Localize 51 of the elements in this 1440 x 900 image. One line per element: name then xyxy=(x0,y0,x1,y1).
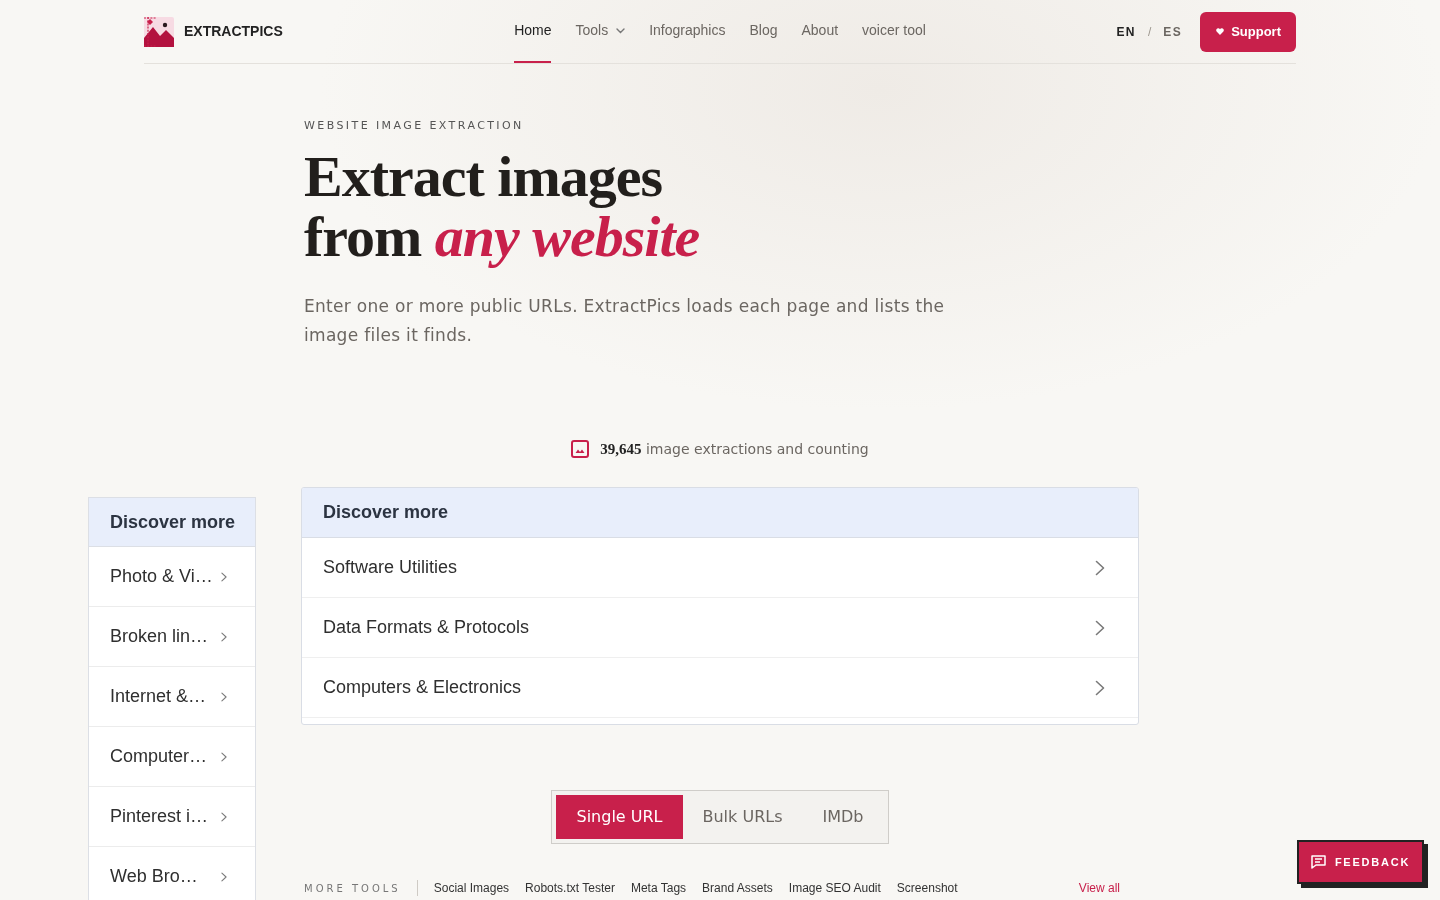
logo-text[interactable]: EXTRACTPICS xyxy=(184,21,283,42)
chat-icon xyxy=(1310,855,1326,869)
image-icon xyxy=(571,440,590,458)
tool-link[interactable]: Robots.txt Tester xyxy=(525,879,615,897)
logo-icon xyxy=(144,16,174,47)
hero-heading: Extract images from any website xyxy=(304,147,701,267)
view-all-link[interactable]: View all xyxy=(1078,879,1120,897)
hero-description: Enter one or more public URLs. ExtractPics loads each page and lists the image files it finds. xyxy=(304,295,946,347)
panel-title: Discover more xyxy=(323,501,449,524)
language-link[interactable]: ES xyxy=(1163,22,1183,41)
nav-dropdown[interactable]: Tools xyxy=(575,0,626,63)
tool-link[interactable]: Meta Tags xyxy=(630,879,687,897)
chevron-right-icon xyxy=(1095,619,1105,636)
sidebar-link[interactable]: Pinterest i… xyxy=(89,787,255,847)
tool-link[interactable]: Brand Assets xyxy=(702,879,773,897)
tool-link[interactable]: Image SEO Audit xyxy=(788,879,881,897)
mode-tab[interactable]: IMDb xyxy=(802,795,884,839)
category-link[interactable]: Data Formats & Protocols xyxy=(302,598,1138,658)
sidebar-link[interactable]: Computer… xyxy=(89,727,255,787)
chevron-right-icon xyxy=(221,571,227,582)
chevron-right-icon xyxy=(1095,679,1105,696)
nav-link[interactable]: About xyxy=(801,0,839,63)
eyebrow-text: WEBSITE IMAGE EXTRACTION xyxy=(304,119,525,133)
category-link[interactable]: Software Utilities xyxy=(302,538,1138,598)
chevron-down-icon xyxy=(616,27,626,34)
nav-link[interactable]: Infographics xyxy=(649,0,726,63)
chevron-right-icon xyxy=(221,871,227,882)
support-button[interactable]: Support xyxy=(1200,11,1296,52)
category-link[interactable]: Computers & Electronics xyxy=(302,658,1138,718)
chevron-right-icon xyxy=(221,811,227,822)
tool-link[interactable]: Social Images xyxy=(433,879,510,897)
chevron-right-icon xyxy=(221,751,227,762)
extraction-counter: 39,645 image extractions and counting xyxy=(600,439,869,459)
sidebar-link[interactable]: Web Bro… xyxy=(89,847,255,900)
sidebar-link[interactable]: Broken lin… xyxy=(89,607,255,667)
chevron-right-icon xyxy=(221,691,227,702)
language-link[interactable]: EN xyxy=(1116,22,1136,41)
chevron-right-icon xyxy=(221,631,227,642)
chevron-right-icon xyxy=(1095,559,1105,576)
nav-link[interactable]: voicer tool xyxy=(862,0,926,63)
mode-tab[interactable]: Bulk URLs xyxy=(682,795,803,839)
mode-tab[interactable]: Single URL xyxy=(556,795,683,839)
more-tools-label: MORE TOOLS xyxy=(304,881,401,896)
sidebar-title: Discover more xyxy=(110,510,236,534)
tool-link[interactable]: Screenshot xyxy=(896,879,958,897)
nav-link[interactable]: Home xyxy=(514,0,552,63)
heart-icon xyxy=(1216,28,1225,35)
sidebar-link[interactable]: Internet &… xyxy=(89,667,255,727)
nav-link[interactable]: Blog xyxy=(749,0,778,63)
language-separator: / xyxy=(1147,23,1152,41)
sidebar-link[interactable]: Photo & Vi… xyxy=(89,547,255,607)
